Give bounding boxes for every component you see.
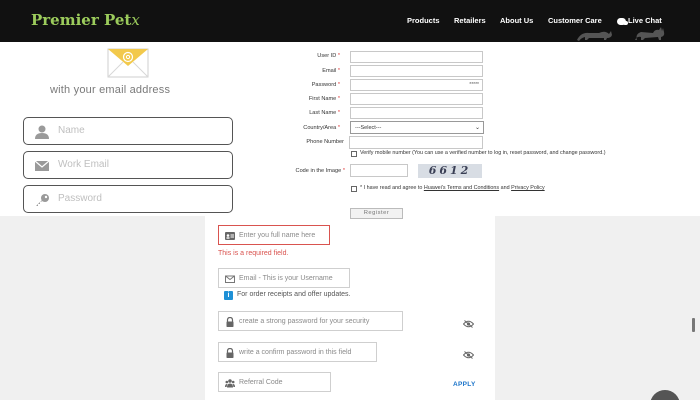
confirm-password-placeholder: write a confirm password in this field: [239, 349, 352, 356]
live-chat-button[interactable]: Live Chat: [617, 16, 662, 25]
user-id-input[interactable]: [350, 51, 483, 63]
nav-retailers[interactable]: Retailers: [454, 16, 486, 25]
last-name-label: Last Name *: [309, 110, 340, 116]
envelope-icon: [107, 48, 149, 78]
new-password-placeholder: create a strong password for your securi…: [239, 318, 370, 325]
privacy-link[interactable]: Privacy Policy: [511, 185, 545, 191]
name-placeholder: Name: [58, 125, 85, 136]
lock-icon: [226, 348, 234, 358]
eye-slash-icon[interactable]: [463, 351, 474, 359]
new-password-input[interactable]: create a strong password for your securi…: [218, 311, 403, 331]
nav-products[interactable]: Products: [407, 16, 440, 25]
work-email-placeholder: Work Email: [58, 159, 109, 170]
phone-label: Phone Number: [306, 139, 344, 145]
register-button[interactable]: Register: [350, 208, 403, 219]
password-input[interactable]: *****: [350, 79, 483, 91]
full-name-error: This is a required field.: [218, 250, 289, 257]
scrollbar-thumb[interactable]: [692, 318, 695, 332]
email-info-note: i For order receipts and offer updates.: [224, 291, 351, 300]
full-name-placeholder: Enter you full name here: [239, 232, 316, 239]
lock-icon: [226, 317, 234, 327]
phone-input[interactable]: [349, 136, 483, 149]
first-name-input[interactable]: [350, 93, 483, 105]
country-select-value: ---Select---: [355, 125, 382, 131]
chevron-down-icon: ⌄: [474, 125, 480, 131]
apply-referral-button[interactable]: APPLY: [453, 381, 476, 388]
country-label: Country/Area *: [303, 125, 340, 131]
terms-checkbox[interactable]: [351, 186, 357, 192]
email-label: Email *: [322, 68, 340, 74]
brand-logo[interactable]: Premier Petx: [31, 11, 140, 29]
nav-about-us[interactable]: About Us: [500, 16, 533, 25]
full-name-input[interactable]: Enter you full name here: [218, 225, 330, 245]
password-mask: *****: [469, 82, 479, 88]
captcha-input[interactable]: [350, 164, 408, 177]
confirm-password-input[interactable]: write a confirm password in this field: [218, 342, 377, 362]
key-icon: [36, 194, 49, 206]
last-name-input[interactable]: [350, 107, 483, 119]
country-select[interactable]: ---Select--- ⌄: [350, 121, 484, 134]
captcha-image[interactable]: 6612: [418, 164, 482, 178]
info-icon: i: [224, 291, 233, 300]
users-icon: [225, 379, 235, 388]
live-chat-label: Live Chat: [628, 16, 662, 25]
username-email-placeholder: Email - This is your Username: [239, 275, 333, 282]
password-placeholder: Password: [58, 193, 102, 204]
work-email-field[interactable]: Work Email: [23, 151, 233, 179]
id-card-icon: [225, 232, 235, 240]
referral-code-input[interactable]: Referral Code: [218, 372, 331, 392]
referral-code-placeholder: Referral Code: [239, 379, 283, 386]
verify-mobile-checkbox[interactable]: [351, 151, 357, 157]
username-email-input[interactable]: Email - This is your Username: [218, 268, 350, 288]
verify-mobile-text: Verify mobile number (You can use a veri…: [360, 150, 606, 156]
eye-slash-icon[interactable]: [463, 320, 474, 328]
terms-link[interactable]: Huawei's Terms and Conditions: [424, 185, 499, 191]
person-icon: [35, 125, 49, 139]
first-name-label: First Name *: [308, 96, 340, 102]
terms-text: * I have read and agree to Huawei's Term…: [360, 185, 545, 191]
intro-tagline: with your email address: [50, 84, 171, 96]
chat-bubble-icon: [617, 17, 628, 25]
top-navbar: Premier Petx Products Retailers About Us…: [0, 0, 700, 42]
envelope-icon: [225, 275, 235, 283]
password-label: Password *: [311, 82, 340, 88]
code-in-image-label: Code in the Image *: [295, 168, 345, 174]
name-field[interactable]: Name: [23, 117, 233, 145]
envelope-icon: [34, 160, 50, 171]
nav-customer-care[interactable]: Customer Care: [548, 16, 602, 25]
user-id-label: User ID *: [317, 53, 340, 59]
pets-silhouette-icon: [577, 27, 665, 41]
password-field[interactable]: Password: [23, 185, 233, 213]
email-input[interactable]: [350, 65, 483, 77]
